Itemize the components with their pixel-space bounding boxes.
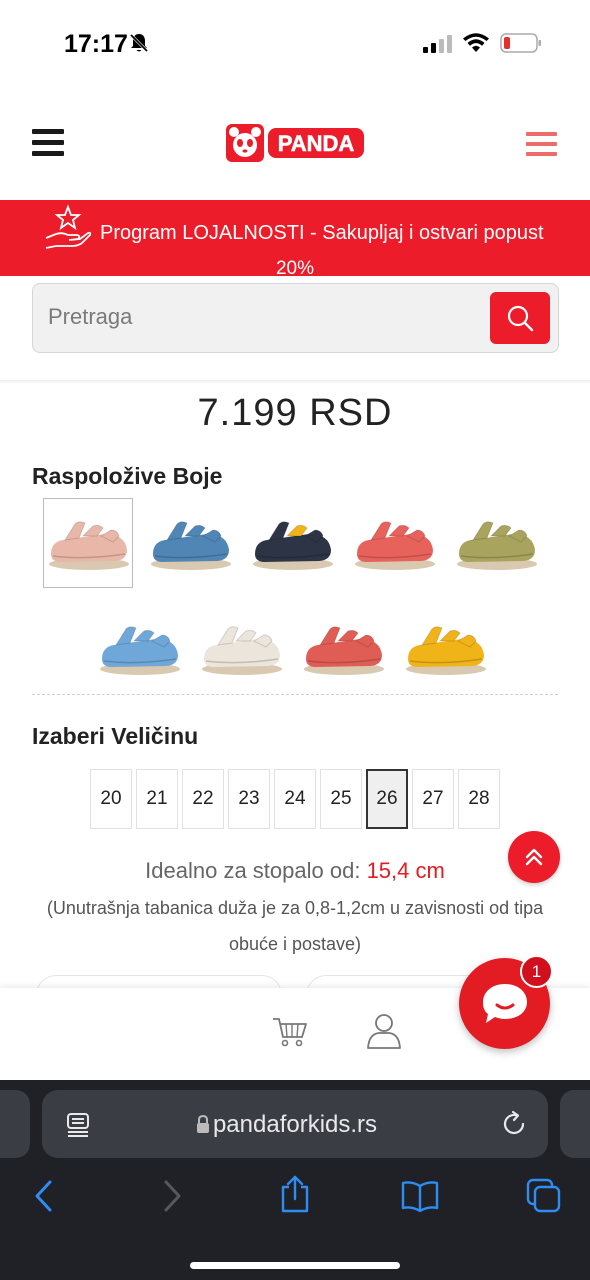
color-swatch-blue[interactable] <box>145 498 235 588</box>
size-option-20[interactable]: 20 <box>90 769 132 829</box>
status-time: 17:17 <box>64 30 128 58</box>
header-shadow <box>0 380 590 384</box>
size-title: Izaberi Veličinu <box>32 723 199 749</box>
browser-chrome: pandaforkids.rs <box>0 1080 590 1280</box>
chat-icon <box>482 983 527 1023</box>
size-option-24[interactable]: 24 <box>274 769 316 829</box>
reload-icon[interactable] <box>500 1110 528 1138</box>
product-price: 7.199 RSD <box>197 392 393 434</box>
signal-icon <box>423 35 452 53</box>
size-option-22[interactable]: 22 <box>182 769 224 829</box>
hamburger-icon[interactable] <box>32 129 64 157</box>
logo-text: PANDA <box>278 131 355 156</box>
user-icon[interactable] <box>366 1012 402 1050</box>
colors-title: Raspoložive Boje <box>32 463 223 489</box>
size-option-27[interactable]: 27 <box>412 769 454 829</box>
sandal-image <box>457 521 537 570</box>
sandal-image <box>49 521 129 570</box>
sandal-image <box>202 626 282 675</box>
sandal-image <box>253 521 333 570</box>
fit-note: (Unutrašnja tabanica duža je za 0,8-1,2c… <box>46 898 544 954</box>
home-indicator <box>190 1262 400 1269</box>
size-option-21[interactable]: 21 <box>136 769 178 829</box>
loyalty-text-continued: 20% <box>275 258 315 276</box>
scroll-top-button[interactable] <box>508 831 560 883</box>
sandal-image <box>304 626 384 675</box>
color-swatch-olive[interactable] <box>451 498 541 588</box>
cart-icon[interactable] <box>272 1016 308 1048</box>
size-option-23[interactable]: 23 <box>228 769 270 829</box>
address-bar[interactable]: pandaforkids.rs <box>42 1090 548 1158</box>
loyalty-banner[interactable]: Program LOJALNOSTI - Sakupljaj i ostvari… <box>0 200 590 276</box>
chat-badge: 1 <box>520 955 553 988</box>
color-swatch-yellow[interactable] <box>400 603 490 693</box>
search-icon <box>507 305 534 332</box>
color-swatch-red[interactable] <box>298 603 388 693</box>
color-swatch-coral[interactable] <box>349 498 439 588</box>
fit-value: 15,4 cm <box>366 858 445 883</box>
url-text: pandaforkids.rs <box>212 1111 378 1138</box>
next-tab[interactable] <box>560 1090 590 1158</box>
battery-low-icon <box>500 33 541 53</box>
site-header: PANDA <box>0 88 590 200</box>
sandal-image <box>151 521 231 570</box>
search-button[interactable] <box>490 292 550 344</box>
color-swatch-navy-yellow[interactable] <box>247 498 337 588</box>
search-input[interactable] <box>48 304 448 330</box>
share-icon[interactable] <box>279 1174 311 1214</box>
double-chevron-up-icon <box>525 848 543 866</box>
sandal-image <box>100 626 180 675</box>
panda-logo[interactable]: PANDA <box>226 124 364 162</box>
wifi-icon <box>463 33 489 52</box>
size-option-25[interactable]: 25 <box>320 769 362 829</box>
search-section <box>0 276 590 380</box>
fit-info: Idealno za stopalo od: 15,4 cm <box>0 858 590 884</box>
forward-icon[interactable] <box>160 1178 184 1214</box>
bell-slash-icon <box>129 33 149 53</box>
fit-label: Idealno za stopalo od: <box>145 858 361 883</box>
previous-tab[interactable] <box>0 1090 30 1158</box>
color-swatch-white-dots[interactable] <box>196 603 286 693</box>
size-option-28[interactable]: 28 <box>458 769 500 829</box>
color-swatch-light-blue[interactable] <box>94 603 184 693</box>
size-option-26[interactable]: 26 <box>366 769 408 829</box>
star-hand-icon <box>45 204 92 249</box>
sandal-image <box>406 626 486 675</box>
loyalty-text: Program LOJALNOSTI - Sakupljaj i ostvari… <box>100 222 544 244</box>
tabs-icon[interactable] <box>526 1178 562 1214</box>
sandal-image <box>355 521 435 570</box>
section-divider <box>32 694 558 695</box>
menu-icon[interactable] <box>526 132 557 160</box>
back-icon[interactable] <box>32 1178 56 1214</box>
bookmarks-icon[interactable] <box>401 1180 439 1212</box>
color-swatch-pink[interactable] <box>43 498 133 588</box>
status-bar: 17:17 <box>0 0 590 88</box>
search-box <box>32 283 559 353</box>
